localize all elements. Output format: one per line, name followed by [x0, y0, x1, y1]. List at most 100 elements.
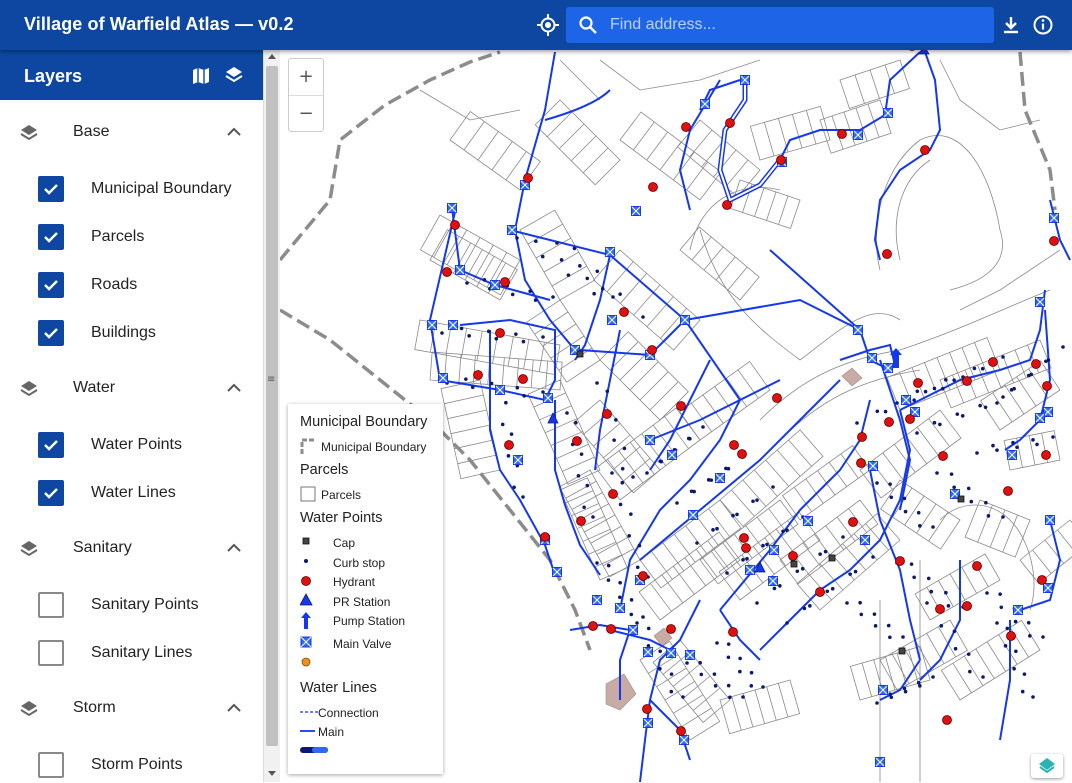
checkbox[interactable] — [38, 592, 64, 618]
curb-stop — [918, 524, 922, 528]
layer-item-water-points[interactable]: Water Points — [0, 421, 263, 469]
chevron-up-icon[interactable] — [224, 538, 244, 558]
main-valve — [679, 735, 689, 745]
layer-label: Buildings — [91, 324, 156, 341]
water-main — [719, 609, 761, 661]
checkbox[interactable] — [38, 752, 64, 778]
chevron-up-icon[interactable] — [224, 378, 244, 398]
legend-section-title: Parcels — [300, 462, 349, 478]
curb-stop — [659, 459, 664, 464]
curb-stop — [482, 278, 487, 282]
group-sanitary[interactable]: Sanitary — [0, 524, 263, 574]
layer-item-municipal-boundary[interactable]: Municipal Boundary — [0, 165, 263, 213]
layers-icon[interactable] — [224, 65, 244, 85]
main-valve — [680, 315, 690, 325]
hydrant — [988, 357, 998, 367]
checkbox[interactable] — [38, 224, 64, 250]
hydrant — [848, 517, 858, 527]
curb-stop — [912, 398, 916, 402]
hydrant — [962, 376, 972, 386]
curb-stop — [713, 684, 718, 688]
main-valve — [427, 320, 437, 330]
layer-label: Storm Points — [91, 756, 183, 773]
search-input[interactable] — [610, 14, 980, 36]
main-valve — [1045, 515, 1055, 525]
checkbox[interactable] — [38, 432, 64, 458]
scroll-up-arrow-icon[interactable] — [268, 54, 276, 59]
legend-item: Cap — [300, 534, 440, 552]
water-main — [649, 359, 711, 471]
hydrant — [739, 533, 749, 543]
checkbox[interactable] — [38, 272, 64, 298]
zoom-out-button[interactable]: − — [289, 96, 323, 132]
hydrant — [642, 704, 652, 714]
group-storm[interactable]: Storm — [0, 684, 263, 734]
curb-stop — [585, 483, 590, 488]
layer-item-sanitary-points[interactable]: Sanitary Points — [0, 581, 263, 629]
hydrant — [572, 436, 582, 446]
group-water[interactable]: Water — [0, 364, 263, 414]
curb-stop — [595, 269, 600, 274]
layer-item-roads[interactable]: Roads — [0, 261, 263, 309]
hydrant — [576, 516, 586, 526]
curb-stop — [823, 549, 828, 554]
water-main — [513, 51, 576, 351]
group-base[interactable]: Base — [0, 108, 263, 158]
hydrant — [523, 173, 533, 183]
main-valve — [1043, 583, 1053, 593]
scroll-down-arrow-icon[interactable] — [268, 771, 276, 776]
water-main — [719, 399, 871, 611]
main-valve — [740, 75, 750, 85]
curb-stop — [582, 505, 586, 510]
pump-station-icon — [300, 612, 320, 630]
layer-item-storm-points[interactable]: Storm Points — [0, 741, 263, 782]
layer-item-buildings[interactable]: Buildings — [0, 309, 263, 357]
basemap-toggle-button[interactable] — [1031, 754, 1063, 778]
layer-item-parcels[interactable]: Parcels — [0, 213, 263, 261]
hydrant — [935, 604, 945, 614]
chevron-up-icon[interactable] — [224, 122, 244, 142]
sidebar-scrollbar[interactable]: ≡ — [263, 50, 280, 782]
curb-stop — [1012, 666, 1016, 671]
zoom-in-button[interactable]: + — [289, 59, 323, 96]
hydrant — [895, 556, 905, 566]
download-icon[interactable] — [1000, 14, 1022, 36]
curb-stop — [595, 381, 599, 385]
curb-stop — [929, 589, 934, 594]
curb-stop — [903, 509, 908, 514]
hydrant — [920, 145, 930, 155]
curb-stop — [600, 286, 605, 291]
checkbox[interactable] — [38, 640, 64, 666]
curb-stop — [641, 615, 645, 619]
curb-stop — [715, 526, 719, 531]
parcel-row — [839, 59, 910, 109]
checkbox[interactable] — [38, 176, 64, 202]
curb-stop — [859, 612, 864, 617]
curb-stop — [931, 525, 935, 529]
checkbox[interactable] — [38, 480, 64, 506]
my-location-icon[interactable] — [536, 13, 560, 37]
checkbox[interactable] — [38, 320, 64, 346]
hydrant — [837, 129, 847, 139]
curb-stop — [521, 339, 526, 344]
main-valve — [1049, 213, 1059, 223]
curb-stop — [731, 513, 735, 518]
curb-stop — [620, 480, 625, 485]
curb-stop — [620, 466, 625, 471]
scrollbar-thumb[interactable] — [266, 66, 278, 746]
curb-stop — [464, 377, 468, 381]
curb-stop — [888, 692, 892, 696]
curb-stop — [534, 239, 538, 244]
connection-line-icon — [300, 704, 320, 722]
curb-stop — [1015, 445, 1019, 450]
info-icon[interactable] — [1032, 14, 1054, 36]
chevron-up-icon[interactable] — [224, 698, 244, 718]
layer-item-sanitary-lines[interactable]: Sanitary Lines — [0, 629, 263, 677]
map-icon[interactable] — [191, 66, 211, 86]
group-label: Base — [73, 123, 110, 140]
curb-stop — [669, 689, 674, 694]
legend-label: Curb stop — [333, 556, 386, 570]
legend-item: Parcels — [300, 486, 440, 504]
layer-item-water-lines[interactable]: Water Lines — [0, 469, 263, 517]
legend-item: Main Valve — [300, 635, 440, 653]
